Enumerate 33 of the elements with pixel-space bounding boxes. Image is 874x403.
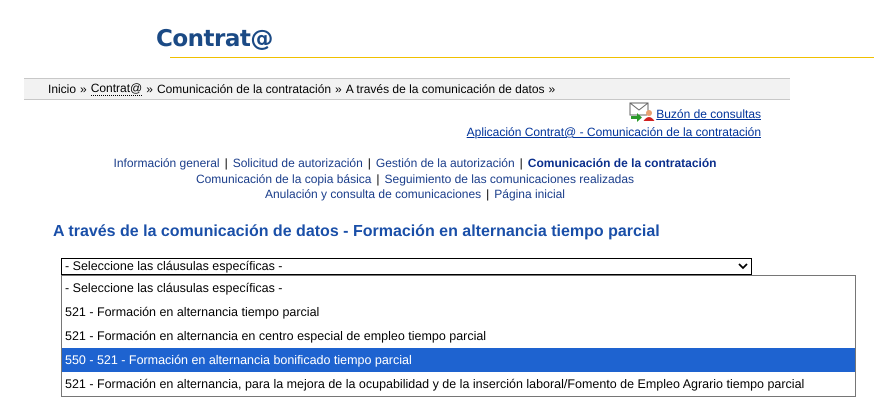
- dropdown-option[interactable]: - Seleccione las cláusulas específicas -: [62, 276, 855, 300]
- nav-link[interactable]: Comunicación de la contratación: [528, 156, 716, 172]
- dropdown-option[interactable]: 550 - 521 - Formación en alternancia bonificado tiempo parcial: [62, 348, 855, 372]
- mail-user-icon: [629, 102, 656, 122]
- breadcrumb-text: Inicio: [48, 82, 76, 96]
- dropdown-option[interactable]: 521 - Formación en alternancia, para la mejora de la ocupabilidad y de la inserción laboral/Fomento de Empleo Agrario tiempo parcial: [62, 372, 855, 396]
- nav-separator: |: [376, 172, 380, 187]
- breadcrumb-text: Comunicación de la contratación: [156, 82, 332, 96]
- breadcrumb-separator: »: [146, 82, 153, 96]
- header-link[interactable]: Buzón de consultas: [656, 107, 761, 122]
- nav-separator: |: [224, 156, 228, 172]
- dropdown-option[interactable]: 521 - Formación en alternancia en centro especial de empleo tiempo parcial: [62, 324, 855, 348]
- breadcrumb-separator: »: [80, 82, 87, 96]
- nav-link[interactable]: Gestión de la autorización: [376, 156, 515, 172]
- breadcrumb-separator: »: [548, 82, 556, 96]
- nav-link[interactable]: Información general: [114, 156, 220, 172]
- breadcrumb-text: A través de la comunicación de datos: [346, 82, 545, 96]
- nav-link[interactable]: Seguimiento de las comunicaciones realizadas: [384, 172, 634, 187]
- nav-link[interactable]: Solicitud de autorización: [232, 156, 363, 172]
- nav-link[interactable]: Comunicación de la copia básica: [196, 172, 372, 187]
- nav-link[interactable]: Anulación y consulta de comunicaciones: [265, 187, 482, 202]
- nav-separator: |: [520, 156, 523, 172]
- logo-text: Contrat@: [156, 25, 273, 54]
- breadcrumb-separator: »: [335, 82, 342, 96]
- nav-separator: |: [368, 156, 371, 172]
- nav-link[interactable]: Página inicial: [494, 187, 565, 202]
- header-link[interactable]: Aplicación Contrat@ - Comunicación de la contratación: [466, 125, 761, 140]
- breadcrumb-link[interactable]: Contrat@: [90, 82, 142, 96]
- nav-separator: |: [486, 187, 490, 202]
- dropdown-option[interactable]: 521 - Formación en alternancia tiempo parcial: [62, 300, 855, 324]
- chevron-down-icon: [738, 262, 748, 270]
- clause-select[interactable]: - Seleccione las cláusulas específicas -: [61, 258, 752, 274]
- page-heading: A través de la comunicación de datos - Formación en alternancia tiempo parcial: [53, 222, 661, 240]
